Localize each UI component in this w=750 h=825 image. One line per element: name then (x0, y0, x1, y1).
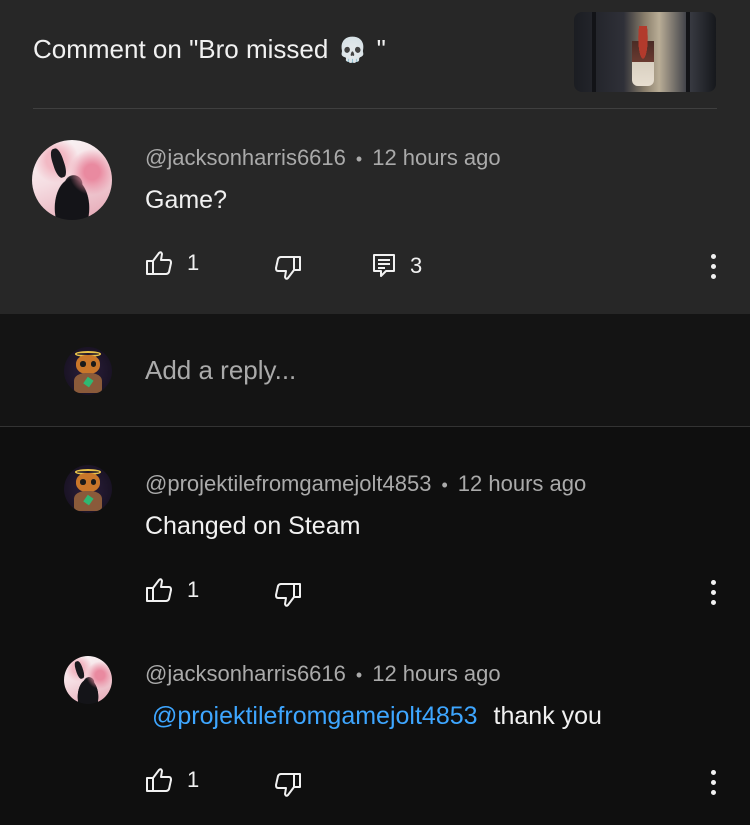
like-button[interactable]: 1 (145, 767, 199, 793)
comment-time[interactable]: 12 hours ago (372, 661, 500, 686)
thumb-down-icon (275, 773, 301, 797)
mention-link[interactable]: @projektilefromgamejolt4853 (152, 702, 478, 730)
like-count: 1 (187, 767, 200, 792)
thumb-up-icon (146, 768, 172, 792)
more-vert-icon[interactable] (710, 770, 716, 796)
reply-count: 3 (410, 253, 423, 278)
like-button[interactable]: 1 (145, 577, 199, 603)
comment-time[interactable]: 12 hours ago (372, 145, 500, 170)
replies-icon (373, 254, 395, 277)
more-vert-icon[interactable] (710, 580, 716, 606)
replies-button[interactable]: 3 (372, 253, 422, 279)
meta-separator: • (441, 475, 448, 495)
comment-meta: @jacksonharris6616 • 12 hours ago (145, 661, 501, 687)
comment-meta: @projektilefromgamejolt4853 • 12 hours ago (145, 471, 586, 497)
divider (0, 426, 750, 427)
thumbnail-figure (632, 26, 654, 86)
more-vert-icon[interactable] (710, 254, 716, 280)
comment-text: @projektilefromgamejolt4853 thank you (152, 702, 602, 731)
avatar[interactable] (64, 465, 112, 513)
meta-separator: • (355, 149, 363, 169)
thumb-down-icon (275, 583, 301, 607)
comment-time[interactable]: 12 hours ago (458, 471, 586, 496)
like-count: 1 (187, 250, 200, 275)
avatar (64, 347, 112, 395)
comment-body: thank you (493, 702, 602, 730)
avatar[interactable] (64, 656, 112, 704)
divider (33, 108, 717, 109)
thumbnail-detail (592, 12, 596, 92)
panel-title: Comment on "Bro missed 💀 " (33, 34, 386, 65)
thumb-down-icon (275, 256, 301, 280)
dislike-button[interactable] (274, 772, 302, 798)
dislike-button[interactable] (274, 582, 302, 608)
thumbnail-detail (686, 12, 690, 92)
dislike-button[interactable] (274, 255, 302, 281)
video-thumbnail[interactable] (574, 12, 716, 92)
comment-text: Changed on Steam (145, 512, 361, 540)
like-button[interactable]: 1 (145, 250, 199, 276)
comment-author[interactable]: @jacksonharris6616 (145, 145, 346, 170)
thumb-up-icon (146, 251, 172, 275)
thumb-up-icon (146, 578, 172, 602)
title-text: Comment on "Bro missed (33, 34, 336, 64)
comment-author[interactable]: @projektilefromgamejolt4853 (145, 471, 431, 496)
reply-input[interactable]: Add a reply... (145, 355, 296, 386)
comment-author[interactable]: @jacksonharris6616 (145, 661, 346, 686)
avatar[interactable] (32, 140, 112, 220)
meta-separator: • (355, 665, 363, 685)
comment-meta: @jacksonharris6616 • 12 hours ago (145, 145, 501, 171)
like-count: 1 (187, 577, 200, 602)
skull-emoji: 💀 (337, 37, 368, 64)
comment-text: Game? (145, 186, 227, 214)
reply-bar (0, 314, 750, 426)
title-quote: " (369, 34, 386, 64)
